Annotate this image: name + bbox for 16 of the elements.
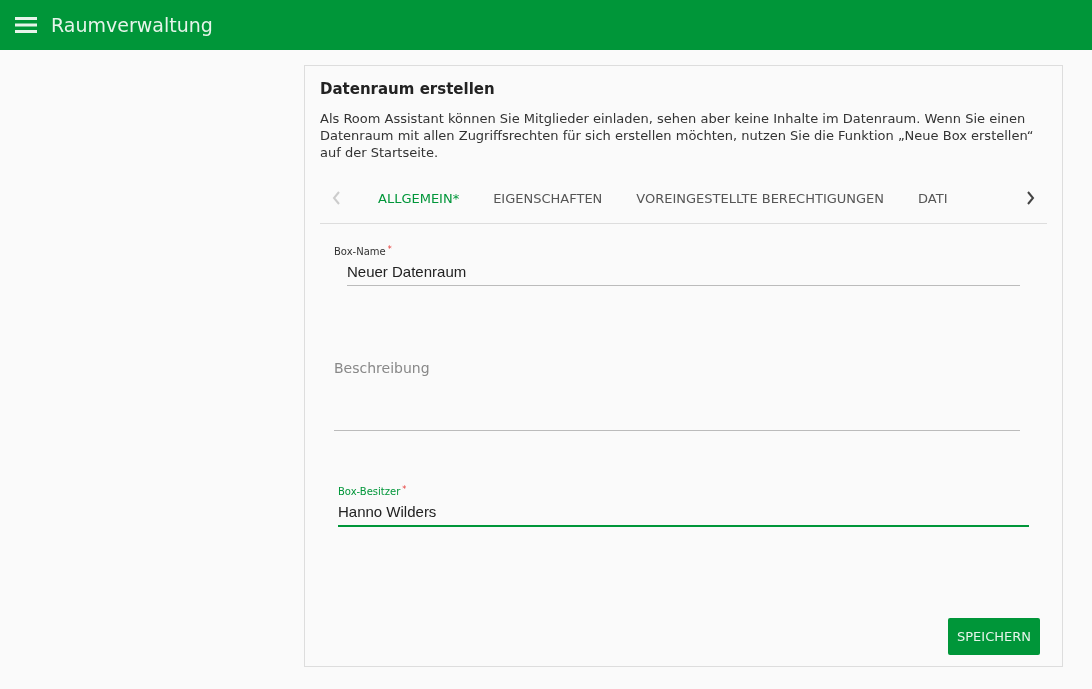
tab[interactable]: ALLGEMEIN* bbox=[361, 178, 477, 218]
tab[interactable]: VOREINGESTELLTE BERECHTIGUNGEN bbox=[619, 178, 902, 218]
app-title: Raumverwaltung bbox=[51, 14, 213, 36]
field-label: Box-Besitzer bbox=[338, 486, 401, 497]
chevron-right-icon[interactable] bbox=[1026, 191, 1035, 205]
tab[interactable]: DATI bbox=[901, 178, 948, 218]
card-description: Als Room Assistant können Sie Mitglieder einladen, sehen aber keine Inhalte im Datenraum. Wenn Sie einen Datenraum mit allen Zugriffsrechten für sich erstellen möchten, nutzen Sie die Funktion „Neue Box erstellen“ auf der Startseite. bbox=[320, 110, 1035, 161]
tab[interactable]: EIGENSCHAFTEN bbox=[476, 178, 620, 218]
field-label: Box-Name bbox=[334, 246, 386, 257]
menu-icon[interactable] bbox=[15, 17, 37, 33]
input-field[interactable]: Hanno Wilders bbox=[338, 497, 1029, 527]
card-title: Datenraum erstellen bbox=[320, 80, 496, 98]
required-mark: * bbox=[387, 246, 392, 254]
required-mark: * bbox=[402, 486, 407, 494]
input-field[interactable]: Neuer Datenraum bbox=[347, 257, 1020, 286]
description-field[interactable]: Beschreibung bbox=[334, 356, 1020, 431]
